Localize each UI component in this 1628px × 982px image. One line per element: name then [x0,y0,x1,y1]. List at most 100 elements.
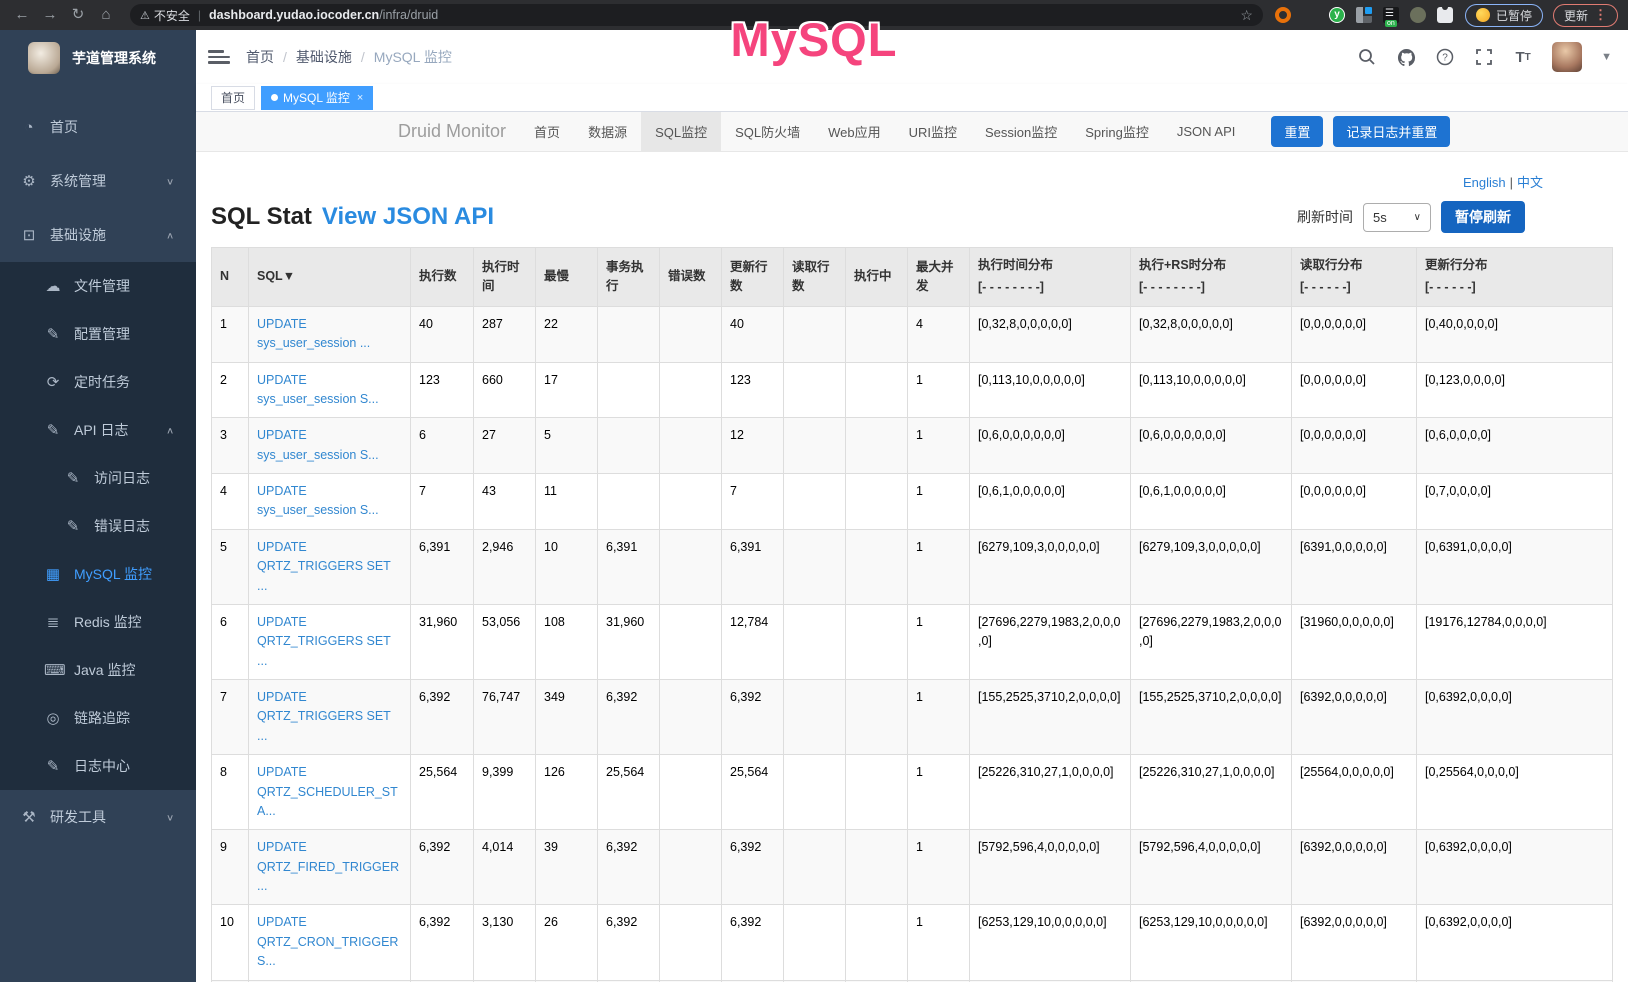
column-header-8[interactable]: 读取行数 [784,248,846,307]
value-cell [846,474,908,530]
chrome-update-button[interactable]: 更新 ⋮ [1553,4,1618,27]
reload-icon[interactable]: ↻ [66,3,90,27]
druid-nav-uri监控[interactable]: URI监控 [895,112,971,151]
sidebar-item-mysql-监控[interactable]: ▦MySQL 监控 [0,550,196,598]
extension-list-on-icon[interactable] [1383,7,1399,23]
search-icon[interactable] [1357,47,1377,67]
sidebar-item-配置管理[interactable]: ✎配置管理 [0,310,196,358]
profile-paused-badge[interactable]: 已暂停 [1465,4,1543,27]
view-json-api-link[interactable]: View JSON API [322,203,494,231]
sidebar-item-定时任务[interactable]: ⟳定时任务 [0,358,196,406]
druid-nav-json-api[interactable]: JSON API [1163,112,1250,151]
sidebar-item-链路追踪[interactable]: ◎链路追踪 [0,694,196,742]
sidebar-item-首页[interactable]: ◔首页 [0,100,196,154]
back-icon[interactable]: ← [10,3,34,27]
column-header-9[interactable]: 执行中 [846,248,908,307]
sidebar-item-redis-监控[interactable]: ≣Redis 监控 [0,598,196,646]
druid-nav-首页[interactable]: 首页 [520,112,574,151]
extension-squares-icon[interactable] [1356,7,1372,23]
hamburger-icon[interactable] [208,47,230,67]
bookmark-star-icon[interactable]: ☆ [1240,7,1253,24]
column-header-3[interactable]: 执行时间 [474,248,536,307]
breadcrumb-item[interactable]: 首页 [246,47,274,67]
pause-refresh-button[interactable]: 暂停刷新 [1441,201,1525,233]
sql-link[interactable]: UPDATE QRTZ_CRON_TRIGGERS... [257,915,398,968]
fullscreen-icon[interactable] [1474,47,1494,67]
not-secure-label[interactable]: 不安全 [154,7,190,24]
column-header-7[interactable]: 更新行数 [722,248,784,307]
extension-gem-icon[interactable] [1302,7,1318,23]
extension-orange-icon[interactable] [1275,7,1291,23]
sql-link[interactable]: UPDATE QRTZ_TRIGGERS SET ... [257,615,391,668]
refresh-interval-select[interactable]: 5s ∨ [1363,203,1431,232]
value-cell: 31,960 [411,604,474,679]
close-icon[interactable]: × [357,92,363,104]
browser-menu-dots-icon[interactable]: ⋮ [1594,7,1607,23]
value-cell [660,474,722,530]
sidebar-item-系统管理[interactable]: ⚙系统管理∨ [0,154,196,208]
extensions-puzzle-icon[interactable] [1437,7,1453,23]
druid-nav-sql监控[interactable]: SQL监控 [641,112,721,151]
sql-link[interactable]: UPDATE QRTZ_SCHEDULER_STA... [257,765,398,818]
sidebar-item-java-监控[interactable]: ⌨Java 监控 [0,646,196,694]
tag-mysql-监控[interactable]: MySQL 监控× [261,86,373,110]
druid-nav-spring监控[interactable]: Spring监控 [1071,112,1163,151]
chevron-down-icon: ∨ [166,812,174,822]
trace-eye-icon: ◎ [44,709,62,727]
column-header-5[interactable]: 事务执行 [598,248,660,307]
sql-link[interactable]: UPDATE sys_user_session ... [257,317,370,350]
url-bar[interactable]: ⚠ 不安全 | dashboard.yudao.iocoder.cn/infra… [130,4,1263,26]
column-header-13[interactable]: 读取行分布[- - - - - -] [1292,248,1417,307]
sidebar-item-文件管理[interactable]: ☁文件管理 [0,262,196,310]
column-header-11[interactable]: 执行时间分布[- - - - - - - -] [970,248,1131,307]
druid-nav-数据源[interactable]: 数据源 [574,112,641,151]
column-header-4[interactable]: 最慢 [536,248,598,307]
value-cell: 1 [908,362,970,418]
sidebar-item-基础设施[interactable]: ⊡基础设施∧ [0,208,196,262]
lang-chinese-link[interactable]: 中文 [1517,175,1543,190]
druid-nav-session监控[interactable]: Session监控 [971,112,1071,151]
sql-link[interactable]: UPDATE sys_user_session S... [257,373,379,406]
value-cell: [0,6,1,0,0,0,0,0] [1131,474,1292,530]
sidebar-logo[interactable]: 芋道管理系统 [0,30,196,86]
value-cell: 660 [474,362,536,418]
home-icon[interactable]: ⌂ [94,3,118,27]
druid-brand[interactable]: Druid Monitor [384,121,520,142]
sidebar-item-日志中心[interactable]: ✎日志中心 [0,742,196,790]
help-icon[interactable]: ? [1435,47,1455,67]
tag-首页[interactable]: 首页 [211,86,255,110]
table-header-row: NSQL▼执行数执行时间最慢事务执行错误数更新行数读取行数执行中最大并发执行时间… [212,248,1613,307]
column-header-1[interactable]: SQL▼ [249,248,411,307]
log-and-reset-button[interactable]: 记录日志并重置 [1333,116,1450,147]
lang-english-link[interactable]: English [1463,175,1506,190]
reset-button[interactable]: 重置 [1271,116,1323,147]
sql-link[interactable]: UPDATE QRTZ_TRIGGERS SET ... [257,540,391,593]
sql-link[interactable]: UPDATE QRTZ_FIRED_TRIGGER... [257,840,399,893]
value-cell: 349 [536,680,598,755]
value-cell: 12,784 [722,604,784,679]
column-header-2[interactable]: 执行数 [411,248,474,307]
sidebar-item-研发工具[interactable]: ⚒研发工具∨ [0,790,196,844]
svg-text:?: ? [1442,53,1448,64]
github-icon[interactable] [1396,47,1416,67]
font-size-icon[interactable]: TT [1513,47,1533,67]
forward-icon[interactable]: → [38,3,62,27]
column-header-0[interactable]: N [212,248,249,307]
column-header-10[interactable]: 最大并发 [908,248,970,307]
column-header-6[interactable]: 错误数 [660,248,722,307]
column-header-14[interactable]: 更新行分布[- - - - - -] [1417,248,1613,307]
extension-green-icon[interactable] [1329,7,1345,23]
sidebar-item-访问日志[interactable]: ✎访问日志 [0,454,196,502]
avatar-caret-icon[interactable]: ▼ [1601,51,1612,63]
sql-link[interactable]: UPDATE sys_user_session S... [257,428,379,461]
druid-nav-sql防火墙[interactable]: SQL防火墙 [721,112,814,151]
sql-link[interactable]: UPDATE sys_user_session S... [257,484,379,517]
column-header-12[interactable]: 执行+RS时分布[- - - - - - - -] [1131,248,1292,307]
sidebar-item-错误日志[interactable]: ✎错误日志 [0,502,196,550]
sql-link[interactable]: UPDATE QRTZ_TRIGGERS SET ... [257,690,391,743]
user-avatar[interactable] [1552,42,1582,72]
sidebar-item-api-日志[interactable]: ✎API 日志∧ [0,406,196,454]
druid-nav-web应用[interactable]: Web应用 [814,112,895,151]
extension-person-icon[interactable] [1410,7,1426,23]
breadcrumb-item[interactable]: 基础设施 [296,47,352,67]
